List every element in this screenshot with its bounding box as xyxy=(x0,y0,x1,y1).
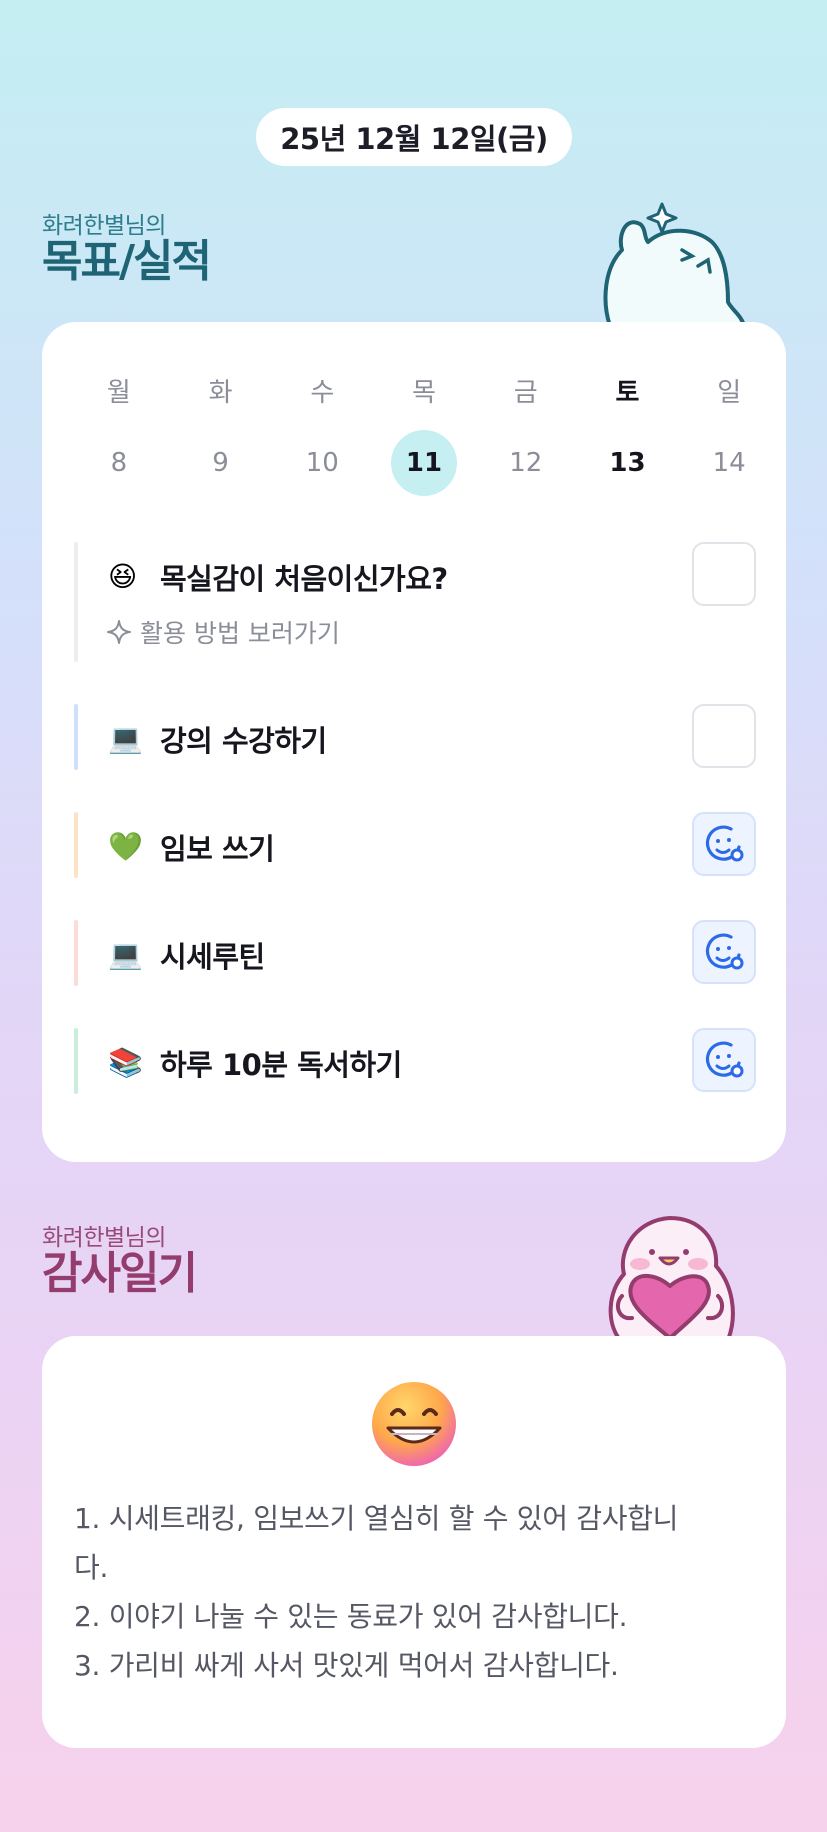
selected-date-label: 11 xyxy=(405,448,443,478)
goal-item[interactable]: 💻 시세루틴 xyxy=(74,920,756,986)
weekday-label: 목 xyxy=(412,378,436,408)
howto-link[interactable]: 활용 방법 보러가기 xyxy=(106,614,340,650)
date-header[interactable]: 25년 12월 12일(금) xyxy=(256,108,572,166)
diary-line: 3. 가리비 싸게 사서 맛있게 먹어서 감사합니다. xyxy=(74,1649,619,1682)
smile-check-icon xyxy=(705,825,744,862)
goal-checkbox[interactable] xyxy=(692,704,756,768)
smile-check-icon xyxy=(705,933,744,970)
date-cell[interactable]: 8 xyxy=(68,430,170,496)
weekday-row: 월 화 수 목 금 토 일 xyxy=(68,372,780,409)
smile-check-icon xyxy=(705,1041,744,1078)
diary-line: 2. 이야기 나눌 수 있는 동료가 있어 감사합니다. xyxy=(74,1600,628,1633)
heart-hug-character-illustration xyxy=(608,1216,735,1340)
howto-link-label: 활용 방법 보러가기 xyxy=(140,619,340,648)
date-cell-today[interactable]: 13 xyxy=(577,430,679,496)
weekday-label: 화 xyxy=(208,378,233,408)
thanks-section-title: 감사일기 xyxy=(42,1248,198,1299)
date-row: 8 9 10 11 12 13 14 xyxy=(68,430,780,496)
weekday-label: 수 xyxy=(310,378,335,408)
goal-title: 강의 수강하기 xyxy=(160,724,327,758)
goal-checkbox-done[interactable] xyxy=(692,812,756,876)
goal-emoji: 💚 xyxy=(108,830,143,863)
goal-title: 목실감이 처음이신가요? xyxy=(160,562,448,596)
goal-color-bar xyxy=(74,704,78,770)
goal-title: 하루 10분 독서하기 xyxy=(160,1048,402,1082)
diary-text: 1. 시세트래킹, 임보쓰기 열심히 할 수 있어 감사합니 다. 2. 이야기… xyxy=(74,1494,764,1690)
diary-line: 1. 시세트래킹, 임보쓰기 열심히 할 수 있어 감사합니 다. xyxy=(74,1502,679,1584)
thanks-owner-label: 화려한별님의 xyxy=(42,1225,166,1251)
goal-item[interactable]: 💚 임보 쓰기 xyxy=(74,812,756,878)
weekday-label: 금 xyxy=(513,378,538,408)
goal-checkbox-done[interactable] xyxy=(692,920,756,984)
date-cell[interactable]: 14 xyxy=(678,430,780,496)
goal-title: 시세루틴 xyxy=(160,940,265,974)
goal-emoji: 💻 xyxy=(108,938,143,971)
weekday-label: 일 xyxy=(717,378,742,408)
goals-owner-label: 화려한별님의 xyxy=(42,213,166,239)
goal-item[interactable]: 💻 강의 수강하기 xyxy=(74,704,756,770)
goals-card: 월 화 수 목 금 토 일 8 9 10 11 12 13 14 😆 목실감이 … xyxy=(42,322,786,1162)
goal-emoji: 📚 xyxy=(108,1046,143,1079)
goal-color-bar xyxy=(74,812,78,878)
gratitude-diary-card[interactable]: 1. 시세트래킹, 임보쓰기 열심히 할 수 있어 감사합니 다. 2. 이야기… xyxy=(42,1336,786,1748)
goal-color-bar xyxy=(74,542,78,662)
date-cell[interactable]: 10 xyxy=(271,430,373,496)
date-cell-selected[interactable]: 11 xyxy=(373,430,475,496)
weekday-label-today: 토 xyxy=(615,378,640,408)
sparkle-icon xyxy=(107,620,131,644)
grinning-face-icon xyxy=(372,1382,456,1466)
goal-color-bar xyxy=(74,1028,78,1094)
goal-item[interactable]: 😆 목실감이 처음이신가요? 활용 방법 보러가기 xyxy=(74,542,756,662)
goal-emoji: 😆 xyxy=(108,560,138,593)
goals-section-title: 목표/실적 xyxy=(42,236,212,287)
date-cell[interactable]: 9 xyxy=(170,430,272,496)
weekday-label: 월 xyxy=(106,378,131,408)
goal-checkbox[interactable] xyxy=(692,542,756,606)
goal-emoji: 💻 xyxy=(108,722,143,755)
goal-checkbox-done[interactable] xyxy=(692,1028,756,1092)
date-cell[interactable]: 12 xyxy=(475,430,577,496)
goal-title: 임보 쓰기 xyxy=(160,832,275,866)
cheering-character-illustration xyxy=(603,202,746,326)
goal-item[interactable]: 📚 하루 10분 독서하기 xyxy=(74,1028,756,1094)
goal-color-bar xyxy=(74,920,78,986)
